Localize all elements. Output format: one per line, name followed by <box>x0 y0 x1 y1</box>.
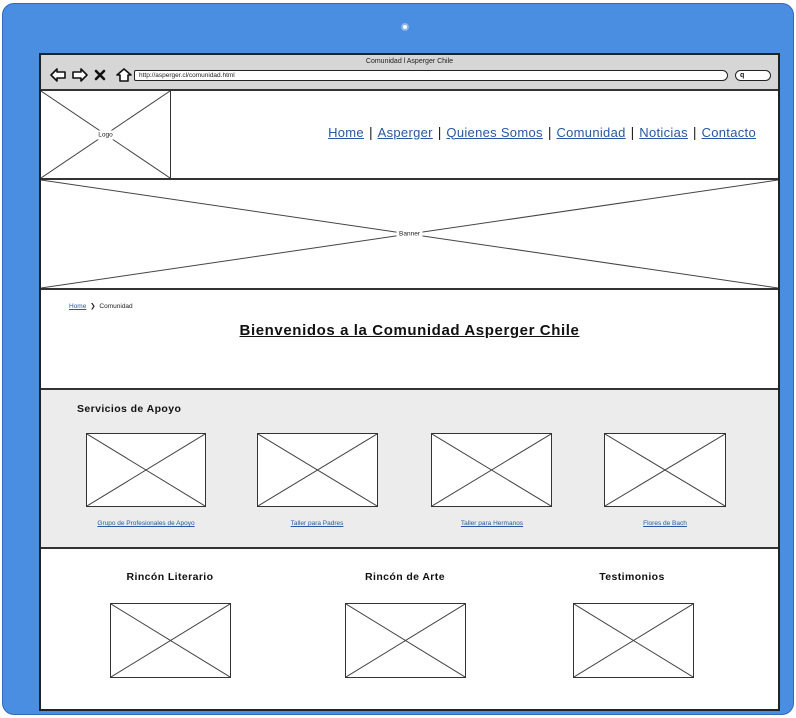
servicio-image[interactable] <box>431 433 552 507</box>
rincon-arte-title: Rincón de Arte <box>365 571 445 583</box>
site-header: Logo Home | Asperger | Quienes Somos | C… <box>41 91 778 180</box>
nav-separator: | <box>547 124 552 140</box>
banner-label: Banner <box>396 229 423 239</box>
nav-link-quienes-somos[interactable]: Quienes Somos <box>446 125 542 140</box>
servicios-section: Servicios de Apoyo Grupo de Profesionale… <box>41 388 778 549</box>
home-icon[interactable] <box>115 67 133 83</box>
breadcrumb-current: Comunidad <box>99 303 133 310</box>
nav-separator: | <box>437 124 442 140</box>
browser-search-field[interactable]: q <box>735 70 771 81</box>
rincon-literario-image[interactable] <box>110 603 231 678</box>
logo-placeholder[interactable]: Logo <box>41 91 171 178</box>
rincon-literario-title: Rincón Literario <box>126 571 214 583</box>
servicio-image[interactable] <box>86 433 206 507</box>
browser-window: Comunidad l Asperger Chile http://asperg… <box>39 53 780 711</box>
nav-buttons <box>49 67 133 83</box>
testimonios-image[interactable] <box>573 603 694 678</box>
logo-label: Logo <box>95 130 116 139</box>
nav-link-comunidad[interactable]: Comunidad <box>556 125 625 140</box>
browser-toolbar: Comunidad l Asperger Chile http://asperg… <box>41 55 778 91</box>
tablet-frame: Comunidad l Asperger Chile http://asperg… <box>2 3 794 715</box>
forward-arrow-icon[interactable] <box>71 67 89 83</box>
servicio-image[interactable] <box>604 433 726 507</box>
breadcrumb: Home ❯ Comunidad <box>69 302 133 310</box>
back-arrow-icon[interactable] <box>49 67 67 83</box>
nav-link-asperger[interactable]: Asperger <box>378 125 433 140</box>
servicio-link-flores-bach[interactable]: Flores de Bach <box>590 520 740 527</box>
servicio-link-taller-hermanos[interactable]: Taller para Hermanos <box>417 520 567 527</box>
chevron-right-icon: ❯ <box>90 303 96 310</box>
page-title: Bienvenidos a la Comunidad Asperger Chil… <box>239 322 580 339</box>
banner-placeholder: Banner <box>41 180 778 290</box>
nav-separator: | <box>692 124 697 140</box>
breadcrumb-home-link[interactable]: Home <box>69 303 86 310</box>
main-navigation: Home | Asperger | Quienes Somos | Comuni… <box>328 124 756 140</box>
window-title: Comunidad l Asperger Chile <box>365 58 454 65</box>
search-icon: q <box>740 72 745 79</box>
camera-dot <box>401 23 409 31</box>
servicios-title: Servicios de Apoyo <box>77 403 182 415</box>
servicio-link-grupo-profesionales[interactable]: Grupo de Profesionales de Apoyo <box>71 520 221 527</box>
close-icon[interactable] <box>93 67 111 83</box>
address-bar[interactable]: http://asperger.cl/comunidad.html <box>134 70 728 81</box>
servicio-link-taller-padres[interactable]: Taller para Padres <box>242 520 392 527</box>
nav-separator: | <box>630 124 635 140</box>
testimonios-title: Testimonios <box>599 571 665 583</box>
nav-link-contacto[interactable]: Contacto <box>702 125 756 140</box>
servicio-image[interactable] <box>257 433 378 507</box>
nav-link-noticias[interactable]: Noticias <box>639 125 688 140</box>
nav-link-home[interactable]: Home <box>328 125 364 140</box>
nav-separator: | <box>368 124 373 140</box>
rincon-arte-image[interactable] <box>345 603 466 678</box>
